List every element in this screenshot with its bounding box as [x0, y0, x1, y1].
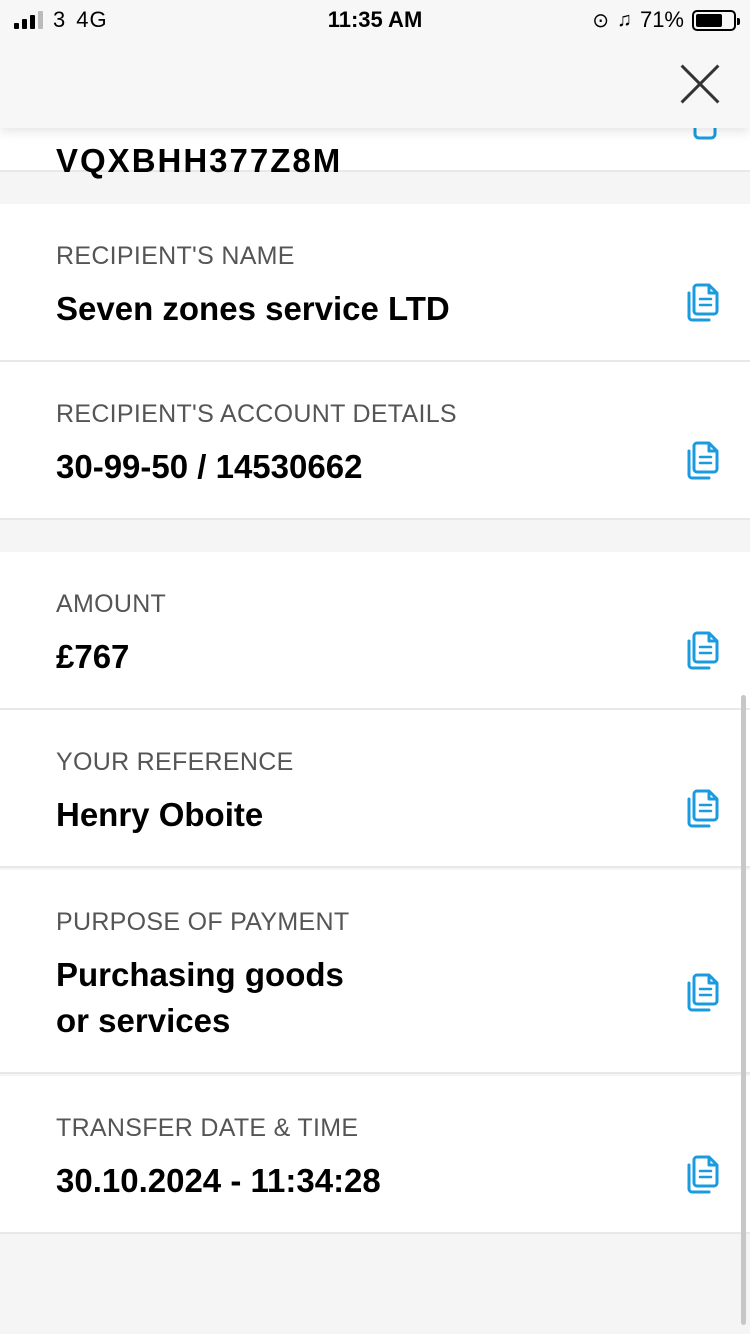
- amount-card: AMOUNT £767: [0, 552, 750, 710]
- partial-value: VQXBHH377Z8M: [56, 142, 343, 179]
- scrollbar[interactable]: [741, 695, 746, 1325]
- status-left: 3 4G: [14, 7, 108, 33]
- battery-percent: 71%: [639, 7, 684, 32]
- transfer-datetime-label: TRANSFER DATE & TIME: [56, 1114, 359, 1142]
- account-details-value: 30-99-50 / 14530662: [56, 448, 363, 485]
- status-bar: 3 4G 11:35 AM ⊙ ♫ 71%: [0, 0, 750, 40]
- close-icon[interactable]: [678, 62, 722, 106]
- copy-icon[interactable]: [686, 440, 720, 480]
- transfer-datetime-card: TRANSFER DATE & TIME 30.10.2024 - 11:34:…: [0, 1076, 750, 1234]
- status-right: ⊙ ♫ 71%: [592, 7, 740, 33]
- copy-icon[interactable]: [686, 1154, 720, 1194]
- battery-icon: [692, 9, 740, 31]
- account-details-label: RECIPIENT'S ACCOUNT DETAILS: [56, 400, 457, 428]
- rotation-lock-icon: ⊙: [592, 9, 609, 32]
- your-reference-value: Henry Oboite: [56, 796, 264, 833]
- copy-icon[interactable]: [686, 282, 720, 322]
- headphones-icon: ♫: [616, 8, 632, 31]
- your-reference-label: YOUR REFERENCE: [56, 748, 294, 776]
- account-details-card: RECIPIENT'S ACCOUNT DETAILS 30-99-50 / 1…: [0, 362, 750, 520]
- copy-icon[interactable]: [686, 788, 720, 828]
- purpose-label: PURPOSE OF PAYMENT: [56, 908, 350, 936]
- carrier-name: 3: [53, 7, 67, 32]
- signal-icon: [14, 11, 43, 29]
- copy-icon[interactable]: [686, 630, 720, 670]
- recipient-name-card: RECIPIENT'S NAME Seven zones service LTD: [0, 204, 750, 362]
- purpose-card: PURPOSE OF PAYMENT Purchasing goods or s…: [0, 870, 750, 1074]
- recipient-name-value: Seven zones service LTD: [56, 290, 450, 327]
- battery-fill: [696, 13, 722, 27]
- purpose-value-line2: or services: [56, 1002, 231, 1039]
- purpose-value-line1: Purchasing goods: [56, 956, 344, 993]
- network-type: 4G: [76, 7, 108, 32]
- header-bar: [0, 40, 750, 128]
- transfer-datetime-value: 30.10.2024 - 11:34:28: [56, 1162, 381, 1199]
- amount-label: AMOUNT: [56, 590, 167, 618]
- recipient-name-label: RECIPIENT'S NAME: [56, 242, 295, 270]
- amount-value: £767: [56, 638, 130, 675]
- copy-icon[interactable]: [686, 972, 720, 1012]
- your-reference-card: YOUR REFERENCE Henry Oboite: [0, 710, 750, 868]
